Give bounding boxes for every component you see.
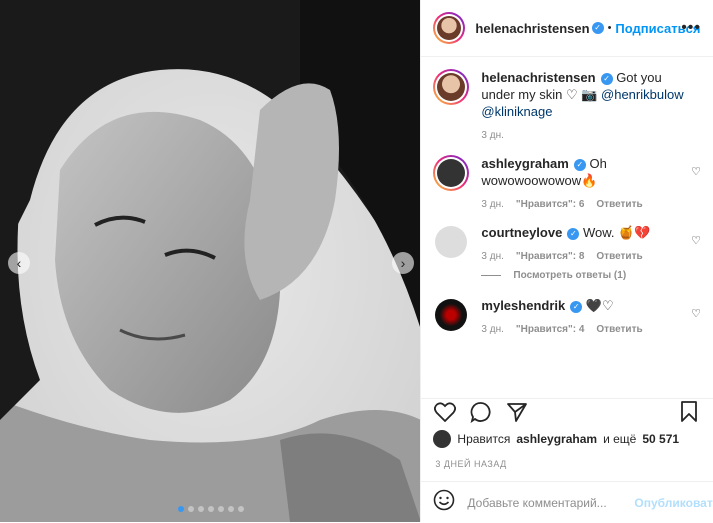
caption-text: helenachristensen ✓ Got you under my skin… bbox=[481, 69, 691, 120]
like-heart-icon[interactable] bbox=[433, 400, 457, 424]
author-username[interactable]: helenachristensen bbox=[475, 21, 589, 36]
comment-text: myleshendrik ✓ 🖤♡ bbox=[481, 297, 691, 314]
reply-button[interactable]: Ответить bbox=[596, 251, 642, 262]
commenter-avatar[interactable] bbox=[433, 155, 470, 191]
verified-badge-icon: ✓ bbox=[570, 300, 583, 313]
caption-meta: 3 дн. bbox=[481, 130, 691, 141]
carousel-dot bbox=[197, 506, 204, 512]
commenter-avatar[interactable] bbox=[435, 226, 468, 258]
post-details-panel: helenachristensen ✓ • Подписаться ••• he… bbox=[420, 0, 713, 522]
replies-divider bbox=[481, 275, 502, 276]
comment-text: ashleygraham ✓ Oh wowowoowowow🔥 bbox=[481, 155, 691, 189]
comment-row: courtneylove ✓ Wow. 🍯💔 3 дн. "Нравится": … bbox=[433, 224, 701, 262]
commenter-username[interactable]: ashleygraham bbox=[481, 156, 568, 171]
comment-row: ashleygraham ✓ Oh wowowoowowow🔥 3 дн. "Нр… bbox=[433, 155, 701, 210]
publish-button[interactable]: Опубликовать bbox=[634, 496, 713, 510]
comment-likes[interactable]: "Нравится": 8 bbox=[516, 251, 585, 262]
carousel-dot bbox=[217, 506, 224, 512]
likes-count[interactable]: 50 571 bbox=[642, 432, 679, 446]
carousel-dot bbox=[237, 506, 244, 512]
caption-username[interactable]: helenachristensen bbox=[481, 70, 595, 85]
comment-bubble-icon[interactable] bbox=[469, 400, 493, 424]
commenter-avatar[interactable] bbox=[435, 299, 468, 331]
portrait-image bbox=[0, 0, 421, 522]
liker-avatar[interactable] bbox=[433, 430, 452, 448]
post-timestamp[interactable]: 3 ДНЕЙ НАЗАД bbox=[435, 459, 506, 469]
post-modal: ‹ › helenachristensen ✓ • Подписаться ••… bbox=[0, 0, 713, 522]
likes-middle: и ещё bbox=[603, 432, 637, 446]
more-options-icon[interactable]: ••• bbox=[681, 19, 701, 37]
likes-prefix: Нравится bbox=[457, 432, 511, 446]
add-comment-bar: Опубликовать bbox=[421, 481, 713, 523]
header-separator: • bbox=[607, 22, 612, 34]
view-replies-button[interactable]: Посмотреть ответы (1) bbox=[481, 270, 701, 281]
caption-time[interactable]: 3 дн. bbox=[481, 130, 503, 141]
comment-likes[interactable]: "Нравится": 6 bbox=[516, 199, 585, 210]
carousel-dot bbox=[177, 506, 184, 512]
previous-slide-button[interactable]: ‹ bbox=[8, 252, 30, 274]
chevron-left-icon: ‹ bbox=[16, 255, 22, 271]
mention-link[interactable]: @henrikbulow bbox=[601, 87, 684, 102]
caption-avatar[interactable] bbox=[433, 69, 470, 105]
commenter-username[interactable]: myleshendrik bbox=[481, 298, 565, 313]
comments-list: helenachristensen ✓ Got you under my skin… bbox=[421, 57, 713, 397]
like-comment-heart-icon[interactable]: ♡ bbox=[691, 165, 701, 178]
view-replies-label: Посмотреть ответы (1) bbox=[513, 270, 627, 281]
comment-time[interactable]: 3 дн. bbox=[481, 324, 503, 335]
share-direct-icon[interactable] bbox=[505, 400, 529, 424]
comment-row: myleshendrik ✓ 🖤♡ 3 дн. "Нравится": 4 Отв… bbox=[433, 297, 701, 335]
comment-likes[interactable]: "Нравится": 4 bbox=[516, 324, 585, 335]
liker-username[interactable]: ashleygraham bbox=[516, 432, 597, 446]
next-slide-button[interactable]: › bbox=[392, 252, 414, 274]
reply-button[interactable]: Ответить bbox=[596, 324, 642, 335]
comment-meta: 3 дн. "Нравится": 6 Ответить bbox=[481, 199, 691, 210]
commenter-username[interactable]: courtneylove bbox=[481, 225, 562, 240]
emoji-icon[interactable] bbox=[433, 489, 455, 516]
carousel-dot bbox=[207, 506, 214, 512]
caption-row: helenachristensen ✓ Got you under my skin… bbox=[433, 69, 701, 141]
comment-meta: 3 дн. "Нравится": 8 Ответить bbox=[481, 251, 691, 262]
comment-body: 🖤♡ bbox=[585, 298, 614, 313]
carousel-dot bbox=[227, 506, 234, 512]
verified-badge-icon: ✓ bbox=[567, 227, 580, 240]
like-comment-heart-icon[interactable]: ♡ bbox=[691, 307, 701, 320]
post-photo[interactable]: ‹ › bbox=[0, 0, 421, 522]
comment-body: Wow. 🍯💔 bbox=[582, 225, 651, 240]
likes-summary: Нравится ashleygraham и ещё 50 571 bbox=[433, 430, 679, 448]
reply-button[interactable]: Ответить bbox=[596, 199, 642, 210]
like-comment-heart-icon[interactable]: ♡ bbox=[691, 234, 701, 247]
author-avatar[interactable] bbox=[433, 12, 466, 44]
carousel-indicator bbox=[0, 506, 420, 512]
comment-text: courtneylove ✓ Wow. 🍯💔 bbox=[481, 224, 691, 241]
post-header: helenachristensen ✓ • Подписаться ••• bbox=[421, 0, 713, 57]
comment-time[interactable]: 3 дн. bbox=[481, 251, 503, 262]
comment-time[interactable]: 3 дн. bbox=[481, 199, 503, 210]
post-actions-bar bbox=[421, 398, 713, 425]
mention-link[interactable]: @kliniknage bbox=[481, 104, 552, 119]
comment-input[interactable] bbox=[465, 494, 625, 511]
verified-badge-icon: ✓ bbox=[600, 72, 613, 85]
carousel-dot bbox=[187, 506, 194, 512]
verified-badge-icon: ✓ bbox=[591, 22, 604, 34]
verified-badge-icon: ✓ bbox=[573, 158, 586, 171]
comment-meta: 3 дн. "Нравится": 4 Ответить bbox=[481, 324, 691, 335]
chevron-right-icon: › bbox=[400, 255, 406, 271]
save-bookmark-icon[interactable] bbox=[677, 400, 701, 424]
